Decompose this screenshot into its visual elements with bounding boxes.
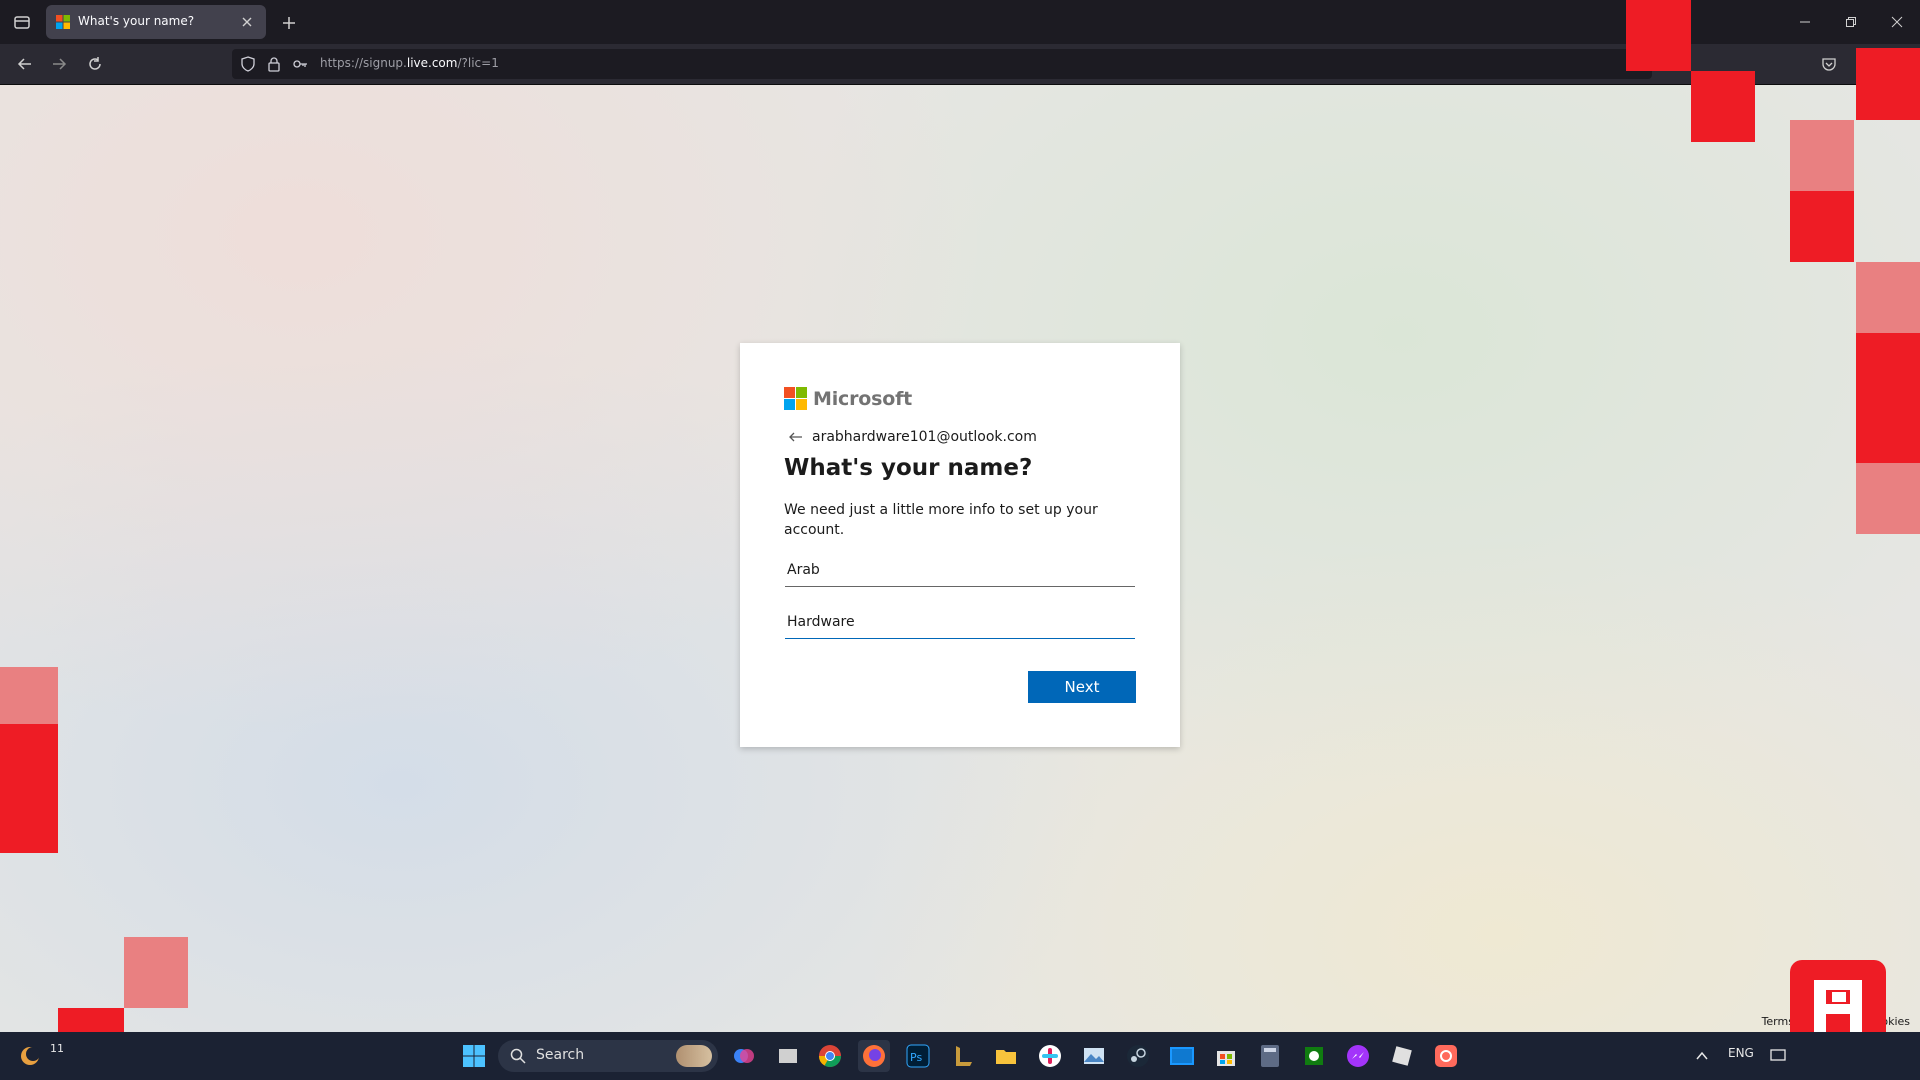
clock-fragment: 11 — [50, 1042, 64, 1055]
file-explorer-icon[interactable] — [990, 1040, 1022, 1072]
close-tab-icon[interactable] — [236, 11, 258, 33]
windows-taskbar: 11 Search Ps ENG — [0, 1032, 1920, 1080]
league-icon[interactable] — [946, 1040, 978, 1072]
overlay-square — [1790, 191, 1854, 262]
store-icon[interactable] — [1210, 1040, 1242, 1072]
pocket-icon[interactable] — [1816, 51, 1842, 77]
address-bar[interactable]: https://signup.live.com/?lic=1 — [232, 49, 1652, 79]
language-indicator[interactable]: ENG — [1728, 1046, 1754, 1060]
first-name-input[interactable] — [785, 553, 1135, 587]
taskbar-search[interactable]: Search — [498, 1040, 718, 1072]
creative-cloud-icon[interactable] — [1430, 1040, 1462, 1072]
back-icon[interactable] — [12, 51, 38, 77]
messenger-icon[interactable] — [1342, 1040, 1374, 1072]
signup-card: Microsoft arabhardware101@outlook.com Wh… — [740, 343, 1180, 747]
page-title: What's your name? — [784, 455, 1033, 481]
identity-banner: arabhardware101@outlook.com — [788, 429, 1037, 445]
minimize-icon[interactable] — [1782, 0, 1828, 44]
photos-icon[interactable] — [1078, 1040, 1110, 1072]
overlay-square — [1856, 48, 1920, 120]
overlay-square — [0, 724, 58, 853]
chevron-up-icon[interactable] — [1686, 1040, 1718, 1072]
shield-icon[interactable] — [240, 56, 256, 72]
prime-video-icon[interactable] — [1166, 1040, 1198, 1072]
firefox-icon[interactable] — [858, 1040, 890, 1072]
display-icon[interactable] — [1762, 1040, 1794, 1072]
tab-list-icon[interactable] — [8, 8, 36, 36]
roblox-icon[interactable] — [1386, 1040, 1418, 1072]
new-tab-icon[interactable] — [276, 10, 302, 36]
slack-icon[interactable] — [1034, 1040, 1066, 1072]
key-icon[interactable] — [292, 56, 308, 72]
xbox-icon[interactable] — [1298, 1040, 1330, 1072]
arrow-left-icon[interactable] — [788, 429, 804, 445]
microsoft-favicon-icon — [56, 15, 70, 29]
chrome-icon[interactable] — [814, 1040, 846, 1072]
reload-icon[interactable] — [82, 51, 108, 77]
overlay-square — [1856, 333, 1920, 463]
description-text: We need just a little more info to set u… — [784, 502, 1098, 538]
watermark-logo-icon — [1814, 980, 1862, 1036]
search-highlight-icon — [676, 1045, 712, 1067]
last-name-input[interactable] — [785, 605, 1135, 639]
task-view-icon[interactable] — [772, 1040, 804, 1072]
photoshop-icon[interactable]: Ps — [902, 1040, 934, 1072]
brand-name: Microsoft — [813, 387, 913, 410]
close-window-icon[interactable] — [1874, 0, 1920, 44]
search-label: Search — [536, 1047, 585, 1063]
page-background: Microsoft arabhardware101@outlook.com Wh… — [0, 85, 1920, 1032]
overlay-square — [1856, 262, 1920, 333]
overlay-square — [1856, 463, 1920, 534]
browser-tab-active[interactable]: What's your name? — [46, 5, 266, 39]
overlay-square — [0, 667, 58, 724]
restore-icon[interactable] — [1828, 0, 1874, 44]
tab-title: What's your name? — [78, 14, 195, 28]
search-icon — [510, 1048, 526, 1064]
identity-email: arabhardware101@outlook.com — [812, 429, 1037, 445]
calculator-icon[interactable] — [1254, 1040, 1286, 1072]
lock-icon[interactable] — [266, 56, 282, 72]
url-text[interactable]: https://signup.live.com/?lic=1 — [320, 56, 499, 70]
next-button[interactable]: Next — [1028, 671, 1136, 703]
steam-icon[interactable] — [1122, 1040, 1154, 1072]
forward-icon[interactable] — [46, 51, 72, 77]
window-controls — [1782, 0, 1920, 44]
start-icon[interactable] — [458, 1040, 490, 1072]
overlay-square — [1691, 71, 1755, 142]
copilot-icon[interactable] — [728, 1040, 760, 1072]
overlay-square — [1626, 0, 1691, 71]
overlay-square — [124, 937, 188, 1008]
microsoft-logo: Microsoft — [784, 387, 912, 410]
weather-widget-icon[interactable] — [14, 1040, 46, 1072]
overlay-square — [1790, 120, 1854, 191]
microsoft-logo-icon — [784, 387, 807, 410]
svg-text:Ps: Ps — [910, 1051, 922, 1064]
